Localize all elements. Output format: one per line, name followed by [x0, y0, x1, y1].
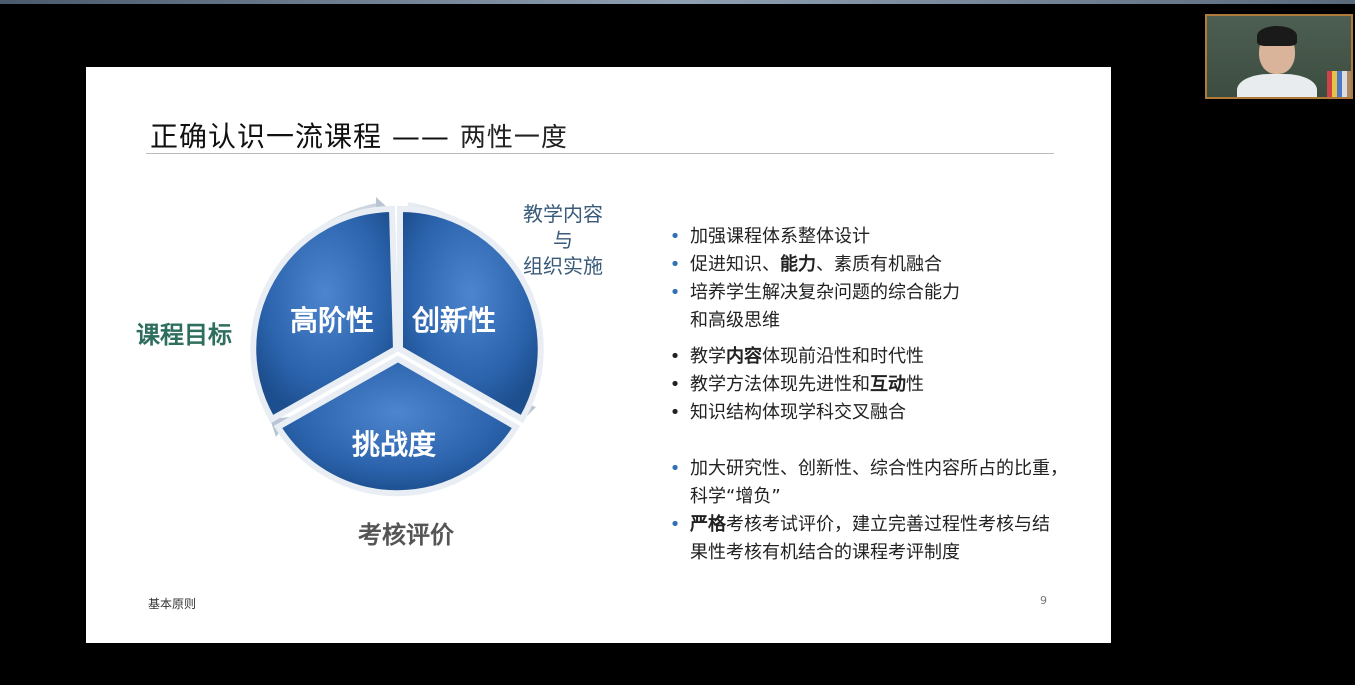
bullet-item: • 促进知识、能力、素质有机融合 [669, 254, 942, 275]
webcam-bookshelf [1327, 71, 1351, 97]
segment-label-innovation: 创新性 [412, 304, 497, 337]
bullet-item: • 教学方法体现先进性和互动性 [669, 374, 924, 395]
label-teaching-content: 教学内容 与 组织实施 [510, 201, 616, 279]
bullet-continuation: 果性考核有机结合的课程考评制度 [690, 542, 960, 563]
bullet-continuation: 科学“增负” [690, 486, 781, 507]
segment-label-challenge: 挑战度 [352, 428, 437, 461]
bullet-item: • 知识结构体现学科交叉融合 [669, 402, 906, 423]
webcam-thumbnail[interactable] [1205, 14, 1353, 99]
webcam-speaker-body [1237, 74, 1317, 97]
slide-title: 正确认识一流课程 —— 两性一度 [150, 115, 568, 155]
segment-label-higher-order: 高阶性 [290, 304, 375, 337]
slide-footer-section: 基本原则 [148, 597, 197, 611]
presentation-slide: 正确认识一流课程 —— 两性一度 高阶性 创新性 挑战度 课程目标 教学内容 与… [86, 67, 1111, 643]
label-evaluation: 考核评价 [358, 521, 454, 549]
label-content-line3: 组织实施 [523, 254, 603, 278]
arrow-head-left [270, 417, 290, 437]
bullet-item: • 培养学生解决复杂问题的综合能力 [669, 282, 960, 303]
bullet-item: • 教学内容体现前沿性和时代性 [669, 346, 924, 367]
bullet-item: • 加大研究性、创新性、综合性内容所占的比重， [669, 458, 1068, 479]
arrow-head-right [514, 399, 536, 421]
label-course-goal: 课程目标 [136, 321, 232, 349]
slide-title-main: 正确认识一流课程 —— [150, 120, 450, 153]
webcam-speaker-hair [1257, 26, 1297, 46]
bullet-item: • 加强课程体系整体设计 [669, 226, 870, 247]
bullet-item: • 严格考核考试评价，建立完善过程性考核与结 [669, 514, 1050, 535]
arrow-head-top [376, 197, 390, 223]
label-content-line1: 教学内容 [523, 202, 603, 226]
top-window-strip [0, 0, 1355, 4]
title-divider [146, 153, 1054, 154]
slide-title-sub: 两性一度 [459, 123, 568, 153]
bullet-continuation: 和高级思维 [690, 310, 780, 331]
label-content-line2: 与 [553, 228, 573, 252]
slide-page-number: 9 [1040, 594, 1047, 607]
bullet-list: • 加强课程体系整体设计 • 促进知识、能力、素质有机融合 • 培养学生解决复杂问题的… [668, 223, 1068, 567]
